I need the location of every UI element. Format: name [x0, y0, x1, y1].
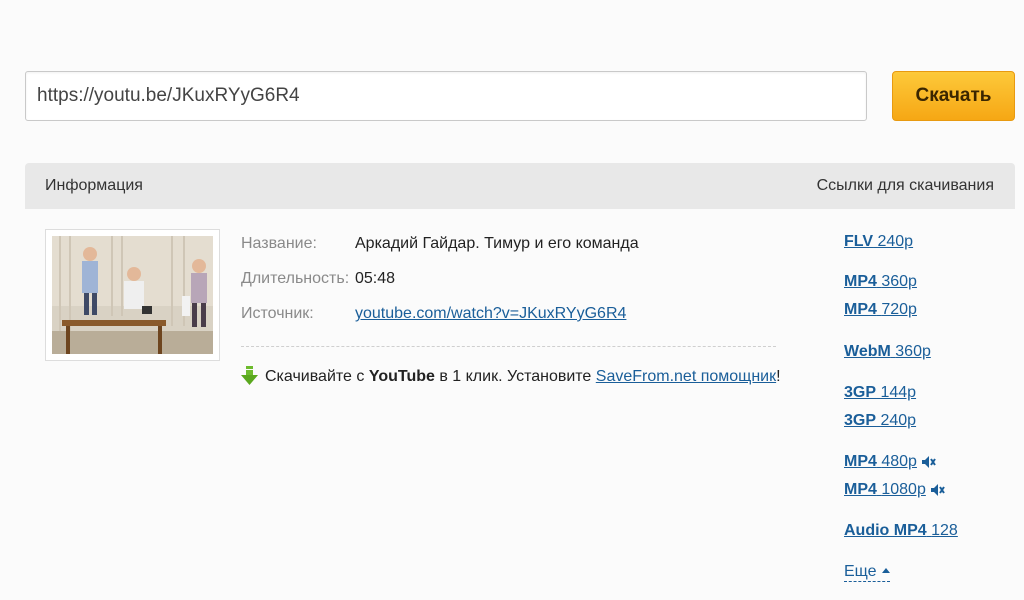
download-format: Audio MP4 [844, 522, 927, 539]
download-link[interactable]: 3GP 144p [844, 384, 916, 402]
source-label: Источник: [241, 305, 314, 322]
thumbnail-image [52, 236, 213, 354]
download-format: MP4 [844, 453, 877, 470]
duration-label: Длительность: [241, 270, 350, 287]
download-link[interactable]: Audio MP4 128 [844, 522, 958, 540]
download-link[interactable]: FLV 240p [844, 233, 913, 251]
download-quality: 128 [931, 522, 958, 539]
video-title: Аркадий Гайдар. Тимур и его команда [355, 235, 639, 252]
download-link[interactable]: MP4 1080p [844, 481, 945, 499]
promo-text-2: в 1 клик. Установите [434, 368, 596, 385]
url-input[interactable] [25, 71, 867, 121]
mute-icon [930, 484, 945, 496]
results-header: Информация Ссылки для скачивания [25, 163, 1015, 209]
info-header: Информация [45, 177, 143, 194]
promo-text-1: Скачивайте с [265, 368, 369, 385]
download-quality: 360p [881, 273, 917, 290]
download-quality: 360p [895, 343, 931, 360]
more-label: Еще [844, 563, 877, 580]
download-quality: 1080p [881, 481, 926, 498]
download-link[interactable]: 3GP 240p [844, 412, 916, 430]
download-format: FLV [844, 233, 874, 250]
download-quality: 144p [880, 384, 917, 401]
title-label: Название: [241, 235, 317, 252]
download-quality: 480p [881, 453, 917, 470]
savefrom-helper-link[interactable]: SaveFrom.net помощник [596, 368, 776, 385]
download-quality: 720p [881, 301, 917, 318]
download-button[interactable]: Скачать [892, 71, 1015, 121]
download-link[interactable]: MP4 720p [844, 301, 917, 319]
promo-line: Скачивайте с YouTube в 1 клик. Установит… [241, 366, 781, 386]
download-quality: 240p [880, 412, 917, 429]
download-format: MP4 [844, 301, 877, 318]
video-thumbnail[interactable] [45, 229, 220, 361]
download-format: 3GP [844, 412, 877, 429]
download-link[interactable]: WebM 360p [844, 343, 931, 361]
download-format: MP4 [844, 481, 877, 498]
download-link[interactable]: MP4 480p [844, 453, 936, 471]
video-duration: 05:48 [355, 270, 396, 287]
download-format: MP4 [844, 273, 877, 290]
download-link[interactable]: MP4 360p [844, 273, 917, 291]
source-link[interactable]: youtube.com/watch?v=JKuxRYyG6R4 [355, 305, 626, 323]
download-format: 3GP [844, 384, 877, 401]
mute-icon [921, 456, 936, 468]
caret-up-icon [881, 568, 890, 573]
promo-text-end: ! [776, 368, 781, 385]
green-down-arrow-icon [241, 366, 258, 385]
download-format: WebM [844, 343, 891, 360]
promo-brand: YouTube [368, 368, 435, 385]
info-divider [241, 346, 776, 347]
links-header: Ссылки для скачивания [816, 177, 994, 194]
more-formats-link[interactable]: Еще [844, 563, 890, 582]
download-quality: 240p [877, 233, 914, 250]
